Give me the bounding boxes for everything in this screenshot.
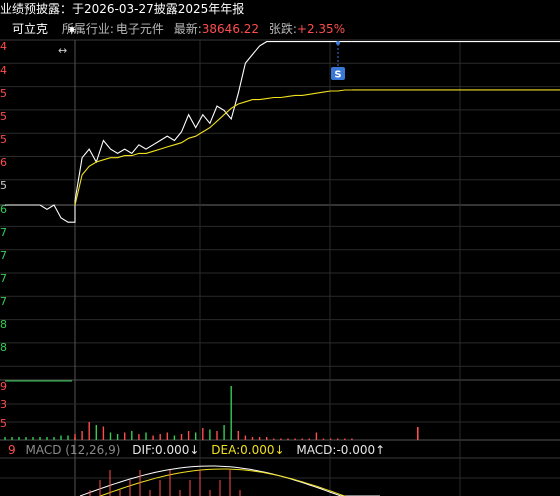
macd-layer: [79, 465, 380, 496]
axis-tick-label: 4: [0, 64, 7, 77]
volume-bar: [180, 434, 183, 440]
volume-bar: [237, 431, 239, 440]
axis-tick-label: 7: [0, 226, 7, 239]
volume-bar: [32, 437, 34, 440]
axis-tick-label: 5: [0, 133, 7, 146]
volume-bar: [209, 429, 211, 440]
volume-bar: [39, 437, 41, 440]
volume-bar: [344, 438, 346, 440]
volume-bar: [152, 435, 154, 440]
axis-tick-label: 6: [0, 156, 7, 169]
dif-label: DIF:: [132, 443, 156, 457]
volume-axis-label: 3: [0, 398, 7, 411]
macd-dea-line: [98, 468, 346, 496]
volume-bar: [280, 438, 282, 440]
volume-bar: [187, 431, 190, 440]
axis-tick-label: 8: [0, 318, 7, 331]
macd-axis-label: 9: [8, 443, 16, 457]
axis-tick-label: 5: [0, 179, 7, 192]
axis-tick-label: 8: [0, 341, 7, 354]
volume-bar: [46, 437, 48, 440]
volume-bar: [124, 432, 126, 440]
volume-bar: [315, 432, 318, 440]
volume-bar: [258, 437, 261, 440]
volume-bar: [4, 437, 6, 440]
axis-tick-label: 5: [0, 110, 7, 123]
axis-tick-label: 7: [0, 249, 7, 262]
volume-bar: [216, 431, 218, 440]
volume-bar: [351, 438, 353, 440]
volume-bar: [223, 425, 225, 440]
macd-label: MACD:: [296, 443, 337, 457]
volume-axis-labels: 9 3 5: [0, 380, 7, 430]
volume-bar: [230, 386, 232, 440]
dea-value: 0.000↓: [240, 443, 285, 457]
volume-bar: [138, 434, 140, 440]
volume-bar: [266, 437, 268, 440]
volume-bar: [329, 438, 332, 440]
volume-bar: [251, 437, 254, 440]
price-layer: [5, 41, 560, 223]
volume-bar: [308, 438, 310, 440]
axis-tick-label: 5: [0, 87, 7, 100]
macd-title[interactable]: MACD (12,26,9): [25, 443, 120, 457]
volume-bar: [116, 434, 119, 440]
volume-bar: [95, 425, 97, 440]
volume-bar: [287, 438, 289, 440]
volume-bar: [109, 432, 112, 440]
volume-bar: [202, 428, 204, 440]
volume-bar: [145, 432, 147, 440]
volume-bar: [131, 431, 133, 440]
volume-bar: [195, 432, 197, 440]
volume-bar: [173, 435, 176, 440]
event-marker: S: [331, 41, 345, 81]
volume-axis-label: 9: [0, 380, 7, 393]
volume-bar: [25, 437, 27, 440]
volume-axis-label: 5: [0, 417, 7, 430]
volume-bar: [74, 434, 76, 440]
volume-bar: [294, 438, 296, 440]
volume-bar: [273, 438, 275, 440]
price-line: [5, 41, 352, 223]
volume-bar: [159, 434, 161, 440]
volume-bar: [166, 432, 168, 440]
volume-bar: [417, 427, 419, 440]
expand-arrow-icon[interactable]: ↔: [58, 44, 67, 57]
volume-bar: [244, 435, 247, 440]
macd-indicator-bar: 9 MACD (12,26,9) DIF:0.000↓ DEA:0.000↓ M…: [0, 442, 393, 458]
volume-bar: [102, 426, 105, 440]
marker-label: S: [334, 70, 341, 81]
volume-bar: [18, 437, 20, 440]
open-marker-icon: ✷: [67, 23, 77, 37]
axis-tick-label: 7: [0, 272, 7, 285]
volume-bar: [53, 437, 55, 440]
volume-bars: [4, 380, 419, 440]
volume-bar: [88, 422, 90, 440]
volume-bar: [337, 438, 339, 440]
volume-bar: [11, 437, 13, 440]
volume-bar: [301, 438, 303, 440]
volume-bar: [67, 435, 69, 440]
volume-bar: [322, 438, 325, 440]
chart-grid: [0, 39, 560, 496]
marker-dot: [336, 41, 340, 45]
left-axis-labels: 44555656777788: [0, 40, 7, 354]
volume-bar: [81, 431, 83, 440]
macd-value: -0.000↑: [336, 443, 386, 457]
average-line: [74, 89, 352, 206]
dif-value: 0.000↓: [155, 443, 200, 457]
svg-text:↔: ↔: [58, 44, 67, 57]
volume-bar: [60, 435, 62, 440]
axis-tick-label: 7: [0, 295, 7, 308]
dea-label: DEA:: [211, 443, 241, 457]
axis-tick-label: 4: [0, 40, 7, 53]
svg-text:✷: ✷: [67, 23, 77, 37]
intraday-chart[interactable]: 44555656777788 935 S ↔ ✷: [0, 0, 560, 496]
